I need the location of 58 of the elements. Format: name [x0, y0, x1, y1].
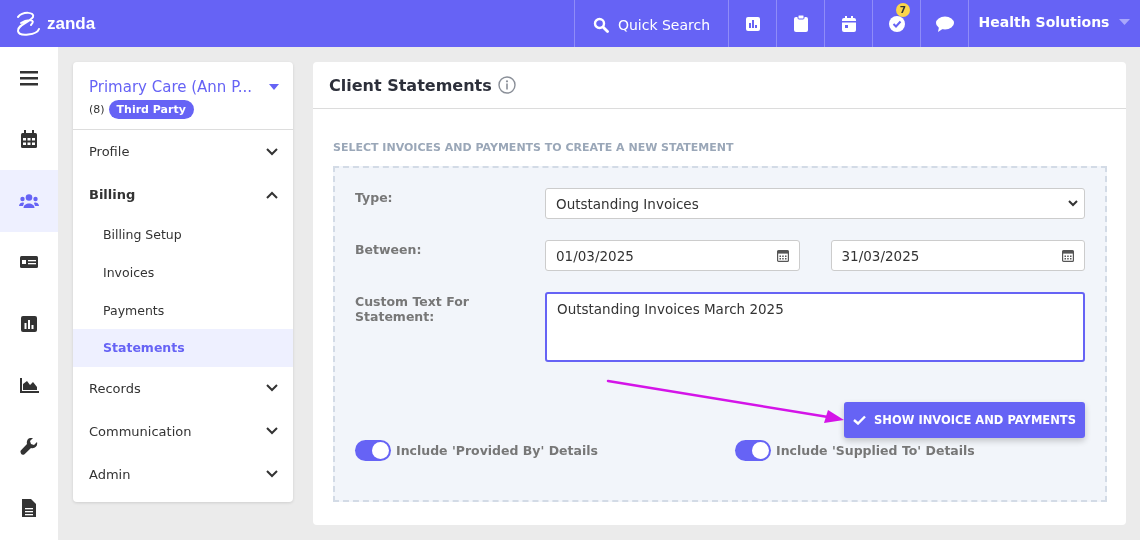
caret-icon[interactable]: [269, 84, 279, 90]
nav-item[interactable]: Billing Setup: [73, 216, 293, 254]
document-icon: [22, 499, 36, 518]
quick-search-button[interactable]: Quick Search: [574, 0, 728, 47]
toggle-switch[interactable]: [735, 440, 771, 461]
toggle-label: Include 'Supplied To' Details: [776, 443, 975, 458]
toggle-switch[interactable]: [355, 440, 391, 461]
nav-item[interactable]: Statements: [73, 329, 293, 367]
nav-section[interactable]: Profile: [73, 130, 293, 173]
client-count: (8): [89, 103, 105, 116]
type-select[interactable]: Outstanding Invoices: [545, 188, 1085, 219]
date-field[interactable]: 31/03/2025: [830, 240, 1085, 271]
users-icon: [19, 193, 39, 208]
menu-icon: [20, 69, 38, 86]
client-tag: Third Party: [108, 100, 194, 119]
field-label: Custom Text For Statement:: [355, 293, 470, 326]
area-chart-icon: [19, 377, 39, 393]
field-label: Between:: [355, 241, 423, 259]
chevron-down-icon: [266, 427, 278, 436]
nav-item[interactable]: Payments: [73, 291, 293, 330]
calendar-icon: [840, 15, 857, 32]
tasks-button[interactable]: 7: [872, 0, 920, 47]
search-icon: [592, 16, 609, 33]
chat-icon: [935, 15, 954, 32]
chart-icon: [21, 315, 37, 332]
nav-section[interactable]: Admin: [73, 452, 293, 496]
logo-text: zanda: [47, 13, 96, 34]
chevron-up-icon: [266, 190, 278, 199]
notification-badge: 7: [896, 3, 910, 17]
sidebar-users-button[interactable]: [0, 170, 58, 232]
caret-icon: [1119, 18, 1131, 25]
calendar-icon[interactable]: [776, 249, 789, 262]
toggle-label: Include 'Provided By' Details: [396, 443, 598, 458]
custom-text-field[interactable]: Outstanding Invoices March 2025: [545, 292, 1085, 362]
page-title: Client Statements: [329, 75, 492, 95]
clipboard-icon: [793, 15, 808, 32]
section-heading: SELECT INVOICES AND PAYMENTS TO CREATE A NEW STATEMENT: [333, 141, 735, 154]
nav-section[interactable]: Billing: [73, 173, 293, 216]
chevron-down-icon: [266, 147, 278, 156]
chevron-down-icon: [1068, 200, 1078, 207]
info-icon[interactable]: [497, 76, 516, 94]
client-name[interactable]: Primary Care (Ann P...: [89, 78, 253, 96]
nav-section[interactable]: Records: [73, 366, 293, 410]
chevron-down-icon: [266, 470, 278, 479]
nav-section[interactable]: Communication: [73, 409, 293, 453]
calendar-icon[interactable]: [1062, 249, 1074, 262]
check-icon: [853, 415, 866, 425]
chart-icon: [744, 15, 761, 32]
date-field[interactable]: 01/03/2025: [545, 240, 800, 271]
field-label: Type:: [355, 189, 394, 207]
account-menu[interactable]: Health Solutions: [968, 0, 1140, 47]
wrench-icon: [20, 437, 38, 456]
nav-item[interactable]: Invoices: [73, 253, 293, 292]
show-invoice-button[interactable]: SHOW INVOICE AND PAYMENTS: [844, 402, 1085, 438]
check-circle-icon: [888, 15, 905, 32]
chevron-down-icon: [266, 384, 278, 393]
id-card-icon: [20, 256, 38, 269]
calendar-icon: [21, 130, 37, 149]
